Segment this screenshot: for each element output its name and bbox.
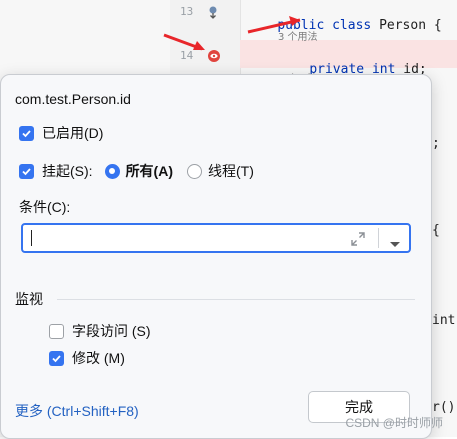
suspend-row: 挂起(S): 所有(A) 线程(T) bbox=[19, 161, 254, 181]
modification-label: 修改 (M) bbox=[72, 350, 125, 366]
suspend-checkbox[interactable] bbox=[19, 163, 34, 179]
expand-icon[interactable] bbox=[351, 231, 365, 250]
suspend-all-label: 所有(A) bbox=[125, 163, 173, 179]
text-caret bbox=[31, 230, 32, 246]
check-icon bbox=[22, 167, 31, 175]
enabled-checkbox-row[interactable]: 已启用(D) bbox=[19, 123, 103, 143]
watch-section-title: 监视 bbox=[15, 291, 43, 307]
more-link[interactable]: 更多 (Ctrl+Shift+F8) bbox=[15, 401, 139, 421]
field-access-row[interactable]: 字段访问 (S) bbox=[49, 321, 151, 341]
check-icon bbox=[22, 129, 31, 137]
breakpoint-popup: com.test.Person.id 已启用(D) 挂起(S): 所有(A) 线… bbox=[0, 74, 432, 439]
field-access-checkbox[interactable] bbox=[49, 323, 64, 339]
condition-label: 条件(C): bbox=[19, 199, 71, 215]
check-icon bbox=[52, 354, 61, 362]
watermark: CSDN @时时师师 bbox=[345, 416, 443, 430]
condition-combobox[interactable] bbox=[21, 223, 411, 253]
modification-row[interactable]: 修改 (M) bbox=[49, 348, 125, 368]
suspend-label: 挂起(S): bbox=[42, 163, 93, 179]
enabled-checkbox[interactable] bbox=[19, 125, 34, 141]
dropdown-separator bbox=[378, 228, 379, 248]
field-access-label: 字段访问 (S) bbox=[72, 323, 151, 339]
suspend-thread-label: 线程(T) bbox=[208, 163, 254, 179]
chevron-down-icon[interactable] bbox=[389, 234, 401, 253]
popup-title: com.test.Person.id bbox=[15, 91, 131, 107]
enabled-label: 已启用(D) bbox=[42, 125, 104, 141]
section-divider bbox=[57, 299, 415, 300]
suspend-thread-radio[interactable] bbox=[187, 163, 202, 179]
modification-checkbox[interactable] bbox=[49, 350, 64, 366]
suspend-all-radio[interactable] bbox=[104, 163, 120, 179]
condition-input[interactable] bbox=[27, 229, 367, 247]
